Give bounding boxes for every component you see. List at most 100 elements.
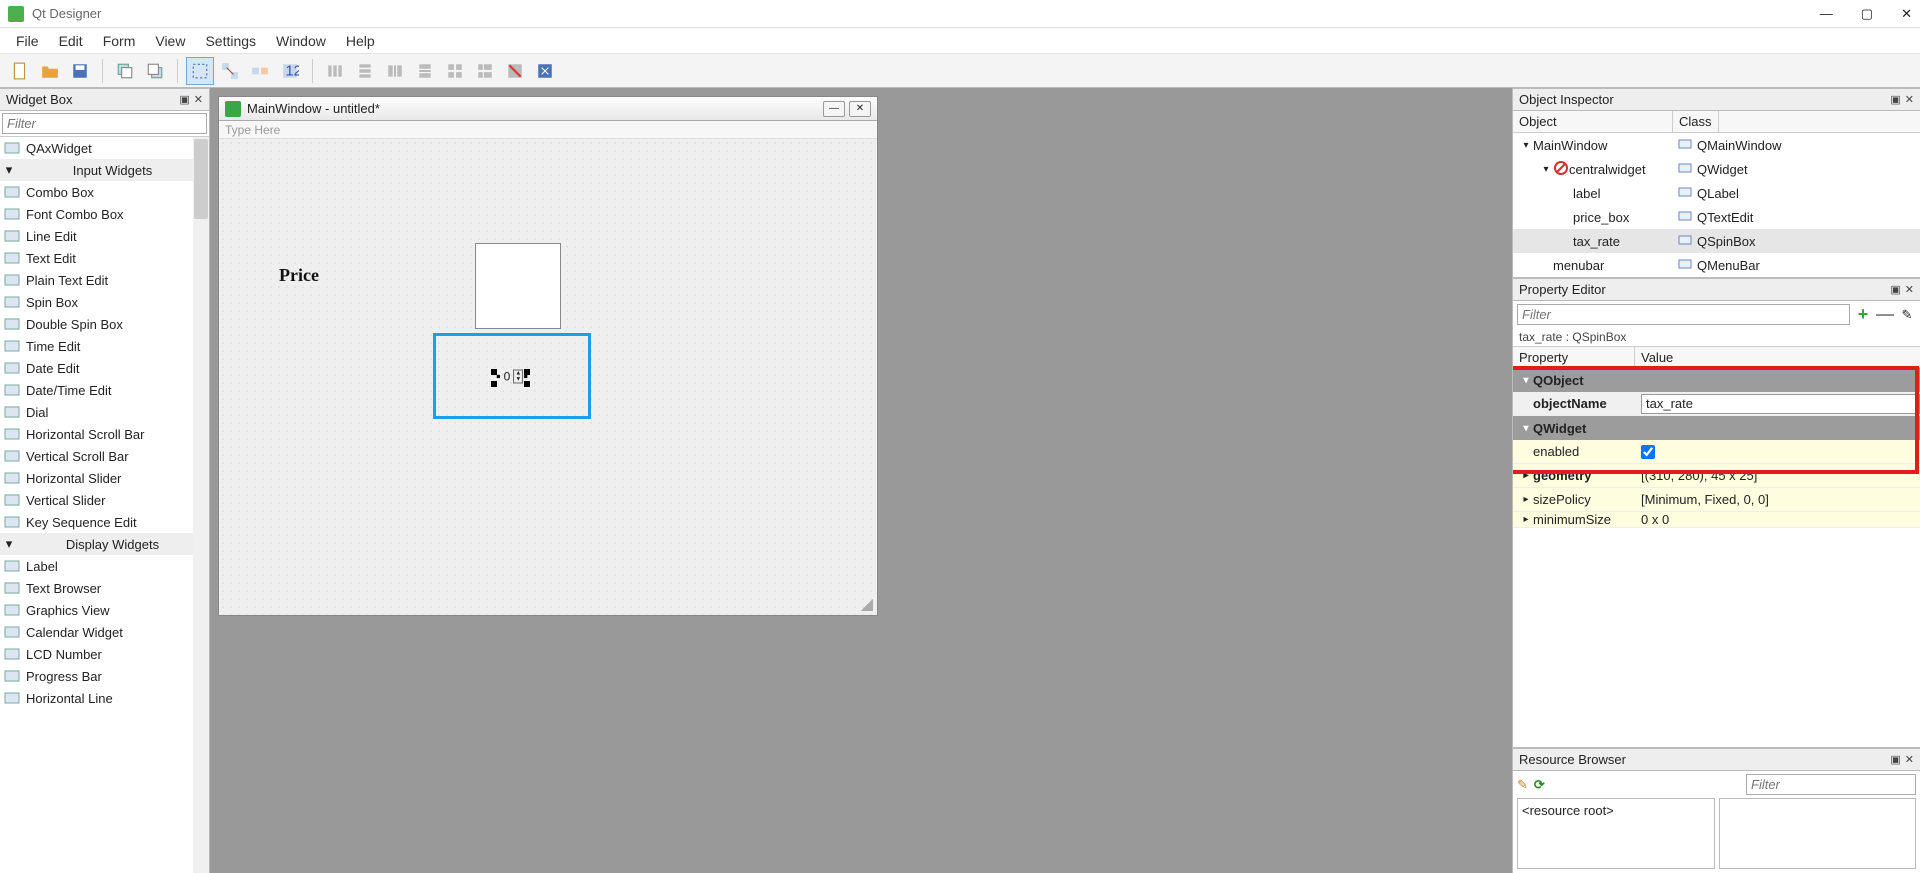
layout-horizontal-button[interactable] bbox=[321, 57, 349, 85]
object-row[interactable]: price_boxQTextEdit bbox=[1513, 205, 1920, 229]
minimize-button[interactable]: — bbox=[1820, 6, 1833, 22]
price-box-widget[interactable] bbox=[475, 243, 561, 329]
pin-icon[interactable]: ▣ bbox=[1890, 753, 1900, 766]
new-form-button[interactable] bbox=[6, 57, 34, 85]
resize-handle[interactable] bbox=[524, 381, 530, 387]
edit-signals-button[interactable] bbox=[216, 57, 244, 85]
price-label[interactable]: Price bbox=[279, 265, 319, 286]
resource-view[interactable] bbox=[1719, 798, 1917, 869]
design-close-icon[interactable]: ✕ bbox=[849, 101, 871, 117]
col-object[interactable]: Object bbox=[1513, 111, 1673, 132]
widget-item[interactable]: Key Sequence Edit bbox=[0, 511, 209, 533]
widget-item[interactable]: Plain Text Edit bbox=[0, 269, 209, 291]
widget-item[interactable]: Calendar Widget bbox=[0, 621, 209, 643]
section-qwidget[interactable]: ▾QWidget bbox=[1513, 416, 1920, 440]
expand-icon[interactable]: ▾ bbox=[1519, 140, 1533, 151]
section-qobject[interactable]: ▾QObject bbox=[1513, 368, 1920, 392]
widget-category[interactable]: ▾Display Widgets bbox=[0, 533, 209, 555]
design-menu-hint[interactable]: Type Here bbox=[219, 121, 877, 139]
widget-item[interactable]: Dial bbox=[0, 401, 209, 423]
edit-tab-order-button[interactable]: 12 bbox=[276, 57, 304, 85]
widget-item[interactable]: Vertical Scroll Bar bbox=[0, 445, 209, 467]
send-back-button[interactable] bbox=[111, 57, 139, 85]
widget-item[interactable]: Time Edit bbox=[0, 335, 209, 357]
property-filter-input[interactable] bbox=[1517, 304, 1850, 325]
edit-widgets-button[interactable] bbox=[186, 57, 214, 85]
expand-icon[interactable]: ▾ bbox=[1539, 164, 1553, 175]
widget-item[interactable]: Vertical Slider bbox=[0, 489, 209, 511]
prop-row-objectname[interactable]: objectName bbox=[1513, 392, 1920, 416]
layout-vertical-button[interactable] bbox=[351, 57, 379, 85]
menu-file[interactable]: File bbox=[6, 30, 49, 52]
add-property-icon[interactable]: + bbox=[1854, 306, 1872, 324]
widget-item[interactable]: Date/Time Edit bbox=[0, 379, 209, 401]
object-row[interactable]: menubarQMenuBar bbox=[1513, 253, 1920, 277]
layout-vsplitter-button[interactable] bbox=[411, 57, 439, 85]
close-panel-icon[interactable]: ✕ bbox=[194, 93, 203, 106]
widget-item[interactable]: Date Edit bbox=[0, 357, 209, 379]
objectname-input[interactable] bbox=[1641, 394, 1920, 414]
resize-handle[interactable] bbox=[491, 381, 497, 387]
prop-row-geometry[interactable]: ▸geometry [(310, 280), 45 x 25] bbox=[1513, 464, 1920, 488]
prop-row-sizepolicy[interactable]: ▸sizePolicy [Minimum, Fixed, 0, 0] bbox=[1513, 488, 1920, 512]
menu-view[interactable]: View bbox=[145, 30, 195, 52]
widget-item[interactable]: Text Browser bbox=[0, 577, 209, 599]
open-button[interactable] bbox=[36, 57, 64, 85]
object-inspector-body[interactable]: ▾MainWindowQMainWindow▾centralwidgetQWid… bbox=[1513, 133, 1920, 277]
resize-grip-icon[interactable] bbox=[861, 599, 873, 611]
design-canvas-area[interactable]: MainWindow - untitled* — ✕ Type Here Pri… bbox=[210, 88, 1512, 873]
object-row[interactable]: labelQLabel bbox=[1513, 181, 1920, 205]
menu-edit[interactable]: Edit bbox=[49, 30, 93, 52]
close-panel-icon[interactable]: ✕ bbox=[1905, 753, 1914, 766]
adjust-size-button[interactable] bbox=[531, 57, 559, 85]
spinbox-arrows[interactable]: ▲▼ bbox=[513, 369, 523, 383]
design-minimize-icon[interactable]: — bbox=[823, 101, 845, 117]
maximize-button[interactable]: ▢ bbox=[1861, 6, 1873, 22]
pin-icon[interactable]: ▣ bbox=[1890, 93, 1900, 106]
col-property[interactable]: Property bbox=[1513, 347, 1635, 367]
widget-item[interactable]: Spin Box bbox=[0, 291, 209, 313]
layout-form-button[interactable] bbox=[471, 57, 499, 85]
close-panel-icon[interactable]: ✕ bbox=[1905, 93, 1914, 106]
tax-rate-selection[interactable]: ▪ 0 ▲▼ ▪ bbox=[433, 333, 591, 419]
widget-filter-input[interactable] bbox=[2, 113, 207, 134]
menu-settings[interactable]: Settings bbox=[195, 30, 266, 52]
menu-form[interactable]: Form bbox=[93, 30, 146, 52]
widget-item[interactable]: Font Combo Box bbox=[0, 203, 209, 225]
enabled-checkbox[interactable] bbox=[1641, 445, 1655, 459]
pin-icon[interactable]: ▣ bbox=[179, 93, 189, 106]
widget-item[interactable]: Line Edit bbox=[0, 225, 209, 247]
widget-item[interactable]: Combo Box bbox=[0, 181, 209, 203]
object-row[interactable]: tax_rateQSpinBox bbox=[1513, 229, 1920, 253]
design-body[interactable]: Price ▪ 0 ▲▼ ▪ bbox=[219, 139, 877, 615]
layout-grid-button[interactable] bbox=[441, 57, 469, 85]
object-row[interactable]: ▾MainWindowQMainWindow bbox=[1513, 133, 1920, 157]
resize-handle[interactable] bbox=[524, 369, 530, 375]
menu-help[interactable]: Help bbox=[336, 30, 385, 52]
menu-window[interactable]: Window bbox=[266, 30, 336, 52]
widget-item[interactable]: Text Edit bbox=[0, 247, 209, 269]
resize-handle[interactable] bbox=[491, 369, 497, 375]
widget-item[interactable]: Horizontal Line bbox=[0, 687, 209, 709]
layout-hsplitter-button[interactable] bbox=[381, 57, 409, 85]
close-panel-icon[interactable]: ✕ bbox=[1905, 283, 1914, 296]
resource-filter-input[interactable] bbox=[1746, 774, 1916, 795]
bring-front-button[interactable] bbox=[141, 57, 169, 85]
widget-item[interactable]: Horizontal Slider bbox=[0, 467, 209, 489]
edit-buddies-button[interactable] bbox=[246, 57, 274, 85]
prop-row-enabled[interactable]: enabled bbox=[1513, 440, 1920, 464]
widget-category[interactable]: ▾Input Widgets bbox=[0, 159, 209, 181]
widget-list[interactable]: QAxWidget▾Input WidgetsCombo BoxFont Com… bbox=[0, 136, 209, 873]
close-button[interactable]: ✕ bbox=[1901, 6, 1912, 22]
object-row[interactable]: ▾centralwidgetQWidget bbox=[1513, 157, 1920, 181]
remove-property-icon[interactable]: — bbox=[1876, 306, 1894, 324]
widget-scrollbar[interactable] bbox=[193, 137, 209, 873]
reload-icon[interactable]: ⟳ bbox=[1534, 777, 1545, 793]
widget-item[interactable]: LCD Number bbox=[0, 643, 209, 665]
save-button[interactable] bbox=[66, 57, 94, 85]
resource-tree[interactable]: <resource root> bbox=[1517, 798, 1715, 869]
edit-resources-icon[interactable]: ✎ bbox=[1517, 777, 1528, 793]
widget-item[interactable]: QAxWidget bbox=[0, 137, 209, 159]
widget-item[interactable]: Label bbox=[0, 555, 209, 577]
widget-item[interactable]: Horizontal Scroll Bar bbox=[0, 423, 209, 445]
